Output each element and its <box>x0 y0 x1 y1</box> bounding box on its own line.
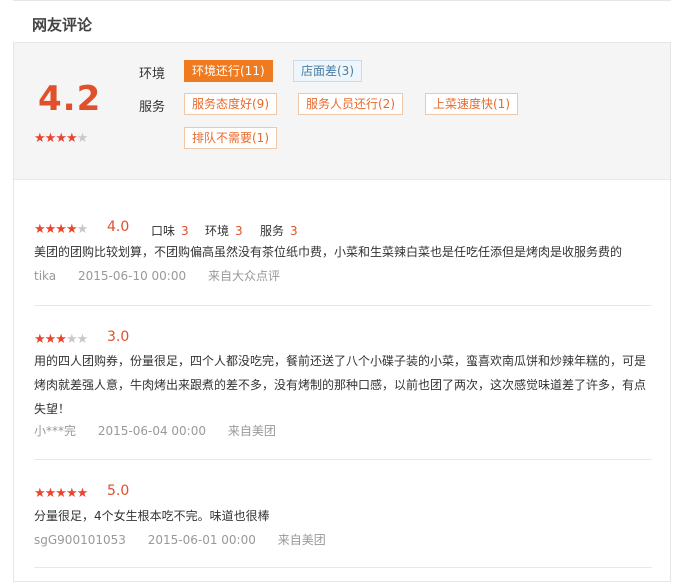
star-empty-icon: ★ <box>76 131 89 146</box>
star-icon: ★ <box>44 131 57 146</box>
overall-score: 4.2 <box>38 79 102 119</box>
review-text: 分量很足，4个女生根本吃不完。味道也很棒 <box>34 509 270 523</box>
review-stars: ★★★★★ <box>34 486 88 501</box>
top-border <box>13 0 671 1</box>
star-icon: ★ <box>34 131 46 146</box>
review-stars: ★★★★★ <box>34 332 88 347</box>
category-label-environment: 环境 <box>139 67 166 82</box>
tag-staff-ok[interactable]: 服务人员还行(2) <box>298 93 403 115</box>
review-score: 3.0 <box>107 329 130 345</box>
review-user: sgG900101053 <box>34 533 126 547</box>
review-user: 小***完 <box>34 424 77 438</box>
tag-fast-serving[interactable]: 上菜速度快(1) <box>425 93 518 115</box>
review-meta: sgG900101053 2015-06-01 00:00 来自美团 <box>34 531 344 548</box>
review-stars: ★★★★★ <box>34 222 88 237</box>
review-source: 来自大众点评 <box>207 269 280 283</box>
review-meta: tika 2015-06-10 00:00 来自大众点评 <box>34 267 298 284</box>
star-icon: ★ <box>55 131 67 146</box>
divider <box>34 459 652 460</box>
tag-no-queue[interactable]: 排队不需要(1) <box>184 127 277 149</box>
tag-store-bad[interactable]: 店面差(3) <box>293 60 362 82</box>
category-label-service: 服务 <box>139 100 166 115</box>
review-text: 用的四人团购券，份量很足，四个人都没吃完，餐前还送了八个小碟子装的小菜，蛮喜欢南… <box>34 354 647 416</box>
review-source: 来自美团 <box>227 424 276 438</box>
review-user: tika <box>34 269 57 283</box>
review-date: 2015-06-04 00:00 <box>97 424 206 438</box>
review-date: 2015-06-10 00:00 <box>77 269 187 283</box>
review-source: 来自美团 <box>277 533 326 547</box>
tag-service-good[interactable]: 服务态度好(9) <box>184 93 277 115</box>
rating-summary: 4.2 ★★★★★ 环境 环境还行(11) 店面差(3) 服务 服务态度好(9)… <box>14 43 670 180</box>
divider <box>34 567 652 568</box>
sub-score-environment: 环境 3 <box>205 224 243 238</box>
section-title: 网友评论 <box>32 16 93 34</box>
divider <box>34 305 652 306</box>
review-score: 4.0 <box>107 219 130 235</box>
overall-stars: ★★★★★ <box>34 131 89 146</box>
star-icon: ★ <box>65 131 78 146</box>
tag-environment-good[interactable]: 环境还行(11) <box>184 60 273 82</box>
review-text: 美团的团购比较划算，不团购偏高虽然没有茶位纸巾费，小菜和生菜辣白菜也是任吃任添但… <box>34 245 623 259</box>
review-meta: 小***完 2015-06-04 00:00 来自美团 <box>34 422 294 439</box>
review-date: 2015-06-01 00:00 <box>147 533 256 547</box>
sub-score-service: 服务 3 <box>260 224 298 238</box>
sub-score-taste: 口味 3 <box>151 224 189 238</box>
review-score: 5.0 <box>107 483 130 499</box>
reviews-card: 4.2 ★★★★★ 环境 环境还行(11) 店面差(3) 服务 服务态度好(9)… <box>13 42 671 582</box>
